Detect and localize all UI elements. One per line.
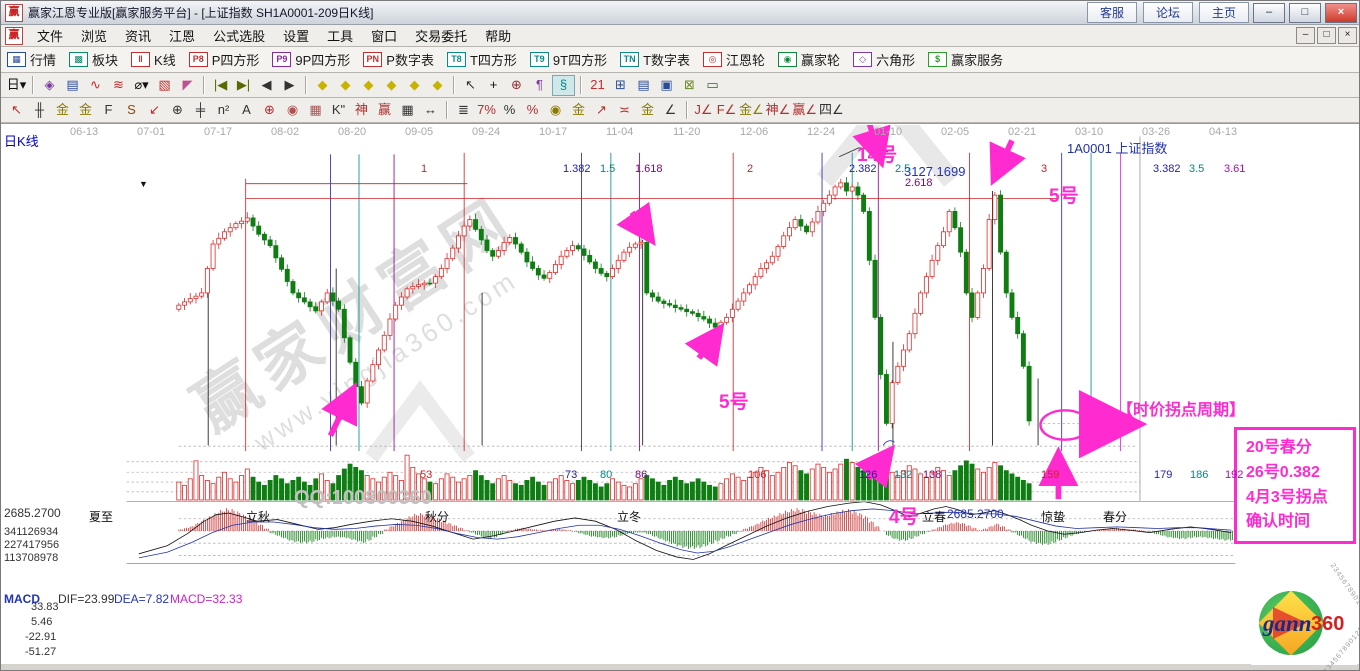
chart-overlay: 日K线 1A0001 上证指数 ▼ 3127.1699 2685.2700 26… — [1, 1, 1360, 671]
count-label: 106 — [748, 469, 766, 481]
macd-dea-value: DEA=7.82 — [114, 592, 169, 606]
symbol-label: 1A0001 上证指数 — [1067, 138, 1167, 157]
fib-label: 2.5 — [895, 163, 910, 175]
gann360-logo: 23456789012345 23456789012345 gann 360 — [1251, 587, 1357, 665]
period-label: 日K线 — [4, 131, 39, 150]
note-line: 20号春分 — [1246, 436, 1347, 461]
count-label: 86 — [635, 469, 647, 481]
cycle-title: 【时价拐点周期】 — [1117, 396, 1245, 420]
macd-axis-label: -51.27 — [25, 646, 56, 658]
count-label: 53 — [420, 469, 432, 481]
solar-term-label: 立冬 — [617, 508, 641, 525]
note-box: 20号春分26号0.3824月3号拐点确认时间 — [1234, 427, 1356, 544]
fib-label: 3.5 — [1189, 163, 1204, 175]
logo-gann-text: gann — [1263, 611, 1312, 637]
solar-term-label: 立秋 — [246, 508, 270, 525]
volume-axis-label: 341126934 — [4, 526, 58, 538]
logo-360-text: 360 — [1311, 613, 1344, 636]
top-marker-icon: ▼ — [139, 179, 148, 189]
fib-label: 1.618 — [635, 163, 663, 175]
note-line: 确认时间 — [1246, 510, 1347, 535]
fib-label: 1.5 — [600, 163, 615, 175]
solar-term-label: 秋分 — [425, 508, 449, 525]
fib-label: 1 — [421, 163, 427, 175]
volume-axis-label: 113708978 — [4, 552, 58, 564]
fib-label: 3.61 — [1224, 163, 1245, 175]
volume-axis-label: 227417956 — [4, 539, 59, 551]
fib-label: 3 — [1041, 163, 1047, 175]
count-label: 138 — [923, 469, 941, 481]
count-label: 80 — [600, 469, 612, 481]
level-price-label: 2685.2700 — [947, 507, 1004, 521]
note-line: 26号0.382 — [1246, 461, 1347, 486]
count-label: 126 — [859, 469, 877, 481]
annotation-4: 4号 — [889, 502, 919, 529]
app-window: 赢 赢家江恩专业版[赢家服务平台] - [上证指数 SH1A0001-209日K… — [0, 0, 1360, 671]
count-label: 132 — [894, 469, 912, 481]
macd-axis-label: 33.83 — [31, 601, 59, 613]
count-label: 179 — [1154, 469, 1172, 481]
count-label: 159 — [1041, 469, 1059, 481]
count-label: 186 — [1190, 469, 1208, 481]
fib-label: 1.382 — [563, 163, 591, 175]
fib-label: 2 — [747, 163, 753, 175]
note-line: 4月3号拐点 — [1246, 486, 1347, 511]
macd-value: MACD=32.33 — [170, 592, 242, 606]
macd-axis-label: 5.46 — [31, 616, 52, 628]
solar-term-label: 惊蛰 — [1041, 508, 1065, 525]
solar-term-label: 春分 — [1103, 508, 1127, 525]
solar-term-label: 夏至 — [89, 508, 113, 525]
macd-axis-label: -22.91 — [25, 631, 56, 643]
fib-label: 2.618 — [905, 177, 933, 189]
price-axis-label: 2685.2700 — [4, 506, 61, 520]
qq-watermark: QQ:100800360 — [294, 487, 432, 510]
solar-term-label: 立春 — [922, 508, 946, 525]
count-label: 192 — [1225, 469, 1243, 481]
macd-dif-value: DIF=23.99 — [58, 592, 114, 606]
fib-label: 2.382 — [849, 163, 877, 175]
annotation-5-right: 5号 — [1049, 181, 1079, 208]
count-label: 73 — [565, 469, 577, 481]
fib-label: 3.382 — [1153, 163, 1181, 175]
annotation-5-left: 5号 — [719, 387, 749, 414]
